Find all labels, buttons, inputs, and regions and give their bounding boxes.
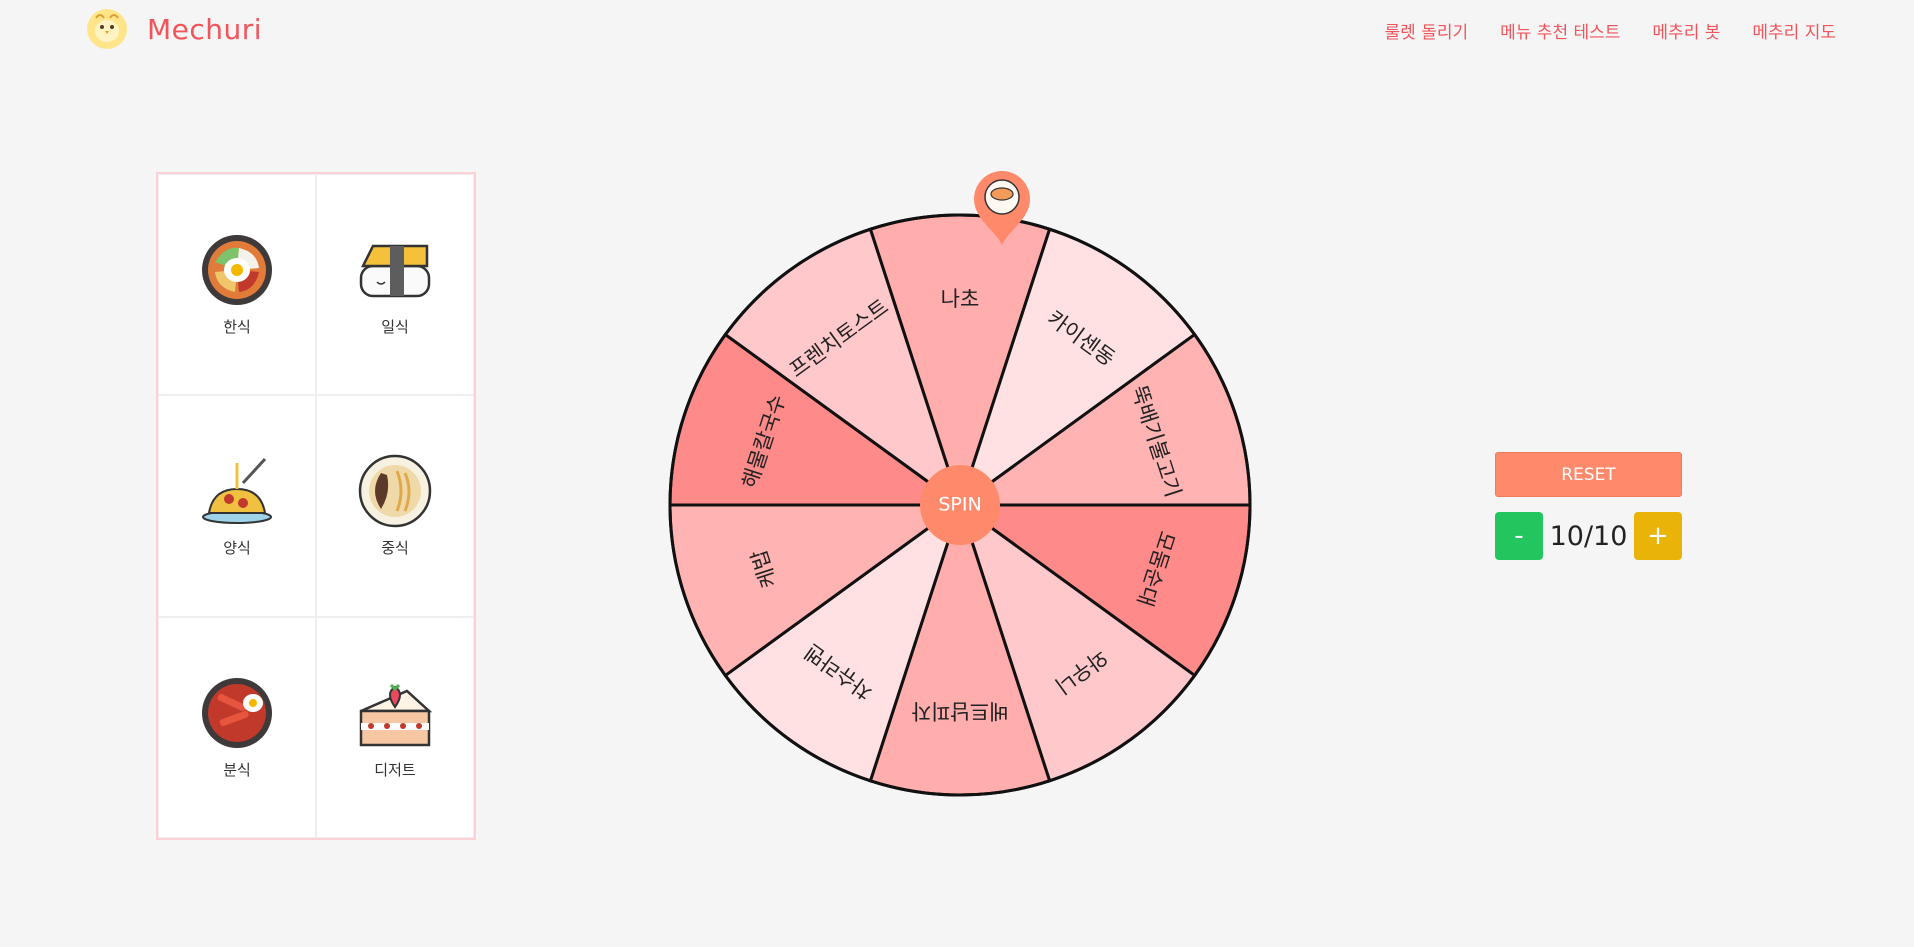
quail-chick-icon — [87, 9, 127, 49]
reset-button[interactable]: RESET — [1495, 452, 1682, 497]
brand-logo[interactable]: Mechuri — [86, 8, 262, 50]
roulette-wheel[interactable]: 나초카이센동뚝배기불고기모둠순대와우니베트남피자차슈라멘케밥해물칼국수프렌치토스… — [668, 165, 1253, 805]
roulette-controls: RESET - 10/10 + — [1495, 452, 1682, 560]
nav-mechuri-map[interactable]: 메추리 지도 — [1752, 18, 1836, 43]
category-label: 한식 — [223, 318, 251, 337]
spin-label[interactable]: SPIN — [938, 494, 981, 516]
spaghetti-icon — [202, 458, 272, 525]
sushi-icon — [359, 244, 431, 298]
category-korean[interactable]: 한식 — [158, 174, 316, 396]
wheel-segment-label: 베트남피자 — [912, 699, 1009, 723]
category-dessert[interactable]: 디저트 — [316, 616, 474, 838]
item-count: 10/10 — [1549, 520, 1628, 552]
header: Mechuri 룰렛 돌리기 메뉴 추천 테스트 메추리 봇 메추리 지도 — [0, 0, 1914, 60]
category-western[interactable]: 양식 — [158, 395, 316, 617]
sushi-icon-topping — [990, 187, 1014, 201]
category-label: 분식 — [223, 760, 251, 779]
nav-mechuri-bot[interactable]: 메추리 봇 — [1652, 18, 1720, 43]
category-label: 디저트 — [374, 760, 416, 779]
cake-icon — [359, 683, 433, 747]
category-chinese[interactable]: 중식 — [316, 395, 474, 617]
nav-menu-test[interactable]: 메뉴 추천 테스트 — [1500, 18, 1620, 43]
category-japanese[interactable]: 일식 — [316, 174, 474, 396]
main-nav: 룰렛 돌리기 메뉴 추천 테스트 메추리 봇 메추리 지도 — [1385, 18, 1836, 43]
item-counter: - 10/10 + — [1495, 512, 1682, 560]
wheel-segment-label: 나초 — [941, 287, 980, 311]
tteokbokki-icon — [202, 677, 272, 748]
bibimbap-icon — [202, 235, 272, 306]
brand-name: Mechuri — [147, 12, 263, 46]
category-label: 중식 — [381, 539, 409, 558]
jajangmyeon-icon — [358, 455, 432, 528]
nav-roulette[interactable]: 룰렛 돌리기 — [1385, 18, 1469, 43]
increase-button[interactable]: + — [1634, 512, 1682, 560]
decrease-button[interactable]: - — [1495, 512, 1543, 560]
category-bunsik[interactable]: 분식 — [158, 616, 316, 838]
category-label: 양식 — [223, 539, 251, 558]
roulette-wheel-area: 나초 카이센동 뚝배기불고기 모둠순대 와우니 베트남피자 차슈라멘 케밥 해물칼국수 프렌치토스… — [668, 165, 1253, 805]
category-grid: 한식 일식 양식 중식 분식 디저트 — [156, 172, 476, 840]
category-label: 일식 — [381, 318, 409, 337]
